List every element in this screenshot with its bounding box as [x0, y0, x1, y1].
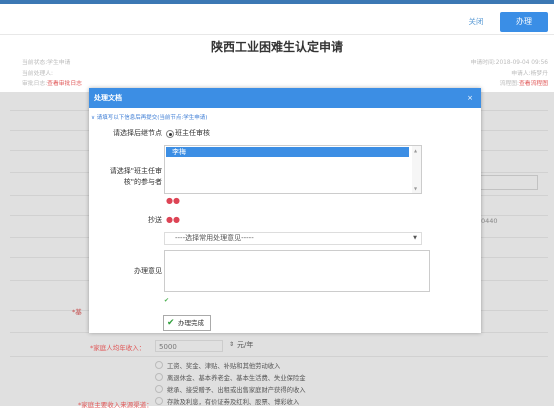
approval-log-meta: 审批日志:查看审批日志	[22, 81, 82, 87]
approval-log-link[interactable]: 查看审批日志	[47, 81, 82, 87]
page-title: 陕西工业困难生认定申请	[210, 40, 343, 54]
green-check-icon: ✔	[164, 297, 170, 304]
participant-label-line2: 核"的参与者	[123, 178, 162, 186]
apply-time-meta: 申请时间:2018-09-04 09:56	[470, 60, 548, 66]
green-check-icon: ✔	[167, 318, 175, 328]
income-sources-label: *家庭主要收入来源渠道：	[78, 401, 153, 409]
finish-button[interactable]: ✔ 办理完成	[163, 315, 211, 331]
close-button[interactable]: 关闭	[456, 13, 496, 31]
cc-person-group-icon[interactable]: ●●	[166, 215, 180, 224]
participant-listbox[interactable]: 李梅 ▲ ▼	[164, 145, 422, 194]
next-node-option[interactable]: 班主任审核	[175, 128, 210, 138]
income-unit: 元/年	[237, 341, 254, 349]
person-group-icon[interactable]: ●●	[166, 196, 180, 205]
scroll-down-icon[interactable]: ▼	[414, 186, 417, 191]
dialog-title: 处理文档	[94, 94, 122, 102]
opinion-textarea[interactable]	[164, 250, 430, 292]
chevron-down-icon: ▼	[413, 235, 417, 241]
dialog-tip: ∨ 请填写以下信息后再提交(当前节点:学生申请)	[91, 115, 208, 121]
handler-meta: 当前处理人:	[22, 71, 53, 77]
status-meta: 当前状态:学生申请	[22, 60, 71, 66]
listbox-scrollbar[interactable]: ▲ ▼	[412, 146, 421, 193]
scroll-up-icon[interactable]: ▲	[414, 148, 417, 153]
handle-button[interactable]: 办理	[500, 12, 548, 32]
process-document-dialog: 处理文档 × ∨ 请填写以下信息后再提交(当前节点:学生申请) 请选择后继节点 …	[89, 88, 481, 333]
participant-option-selected[interactable]: 李梅	[166, 147, 409, 157]
toolbar-divider	[0, 34, 554, 35]
next-node-radio[interactable]	[166, 130, 174, 138]
flowchart-meta: 流程图:查看流程图	[499, 81, 548, 87]
income-option[interactable]: 离退休金、基本养老金、基本生活费、失业保险金	[155, 373, 306, 382]
top-accent-bar	[0, 0, 554, 4]
participant-label-line1: 请选择"班主任审	[109, 167, 162, 175]
flowchart-link[interactable]: 查看流程图	[519, 81, 548, 87]
income-input[interactable]: 5000	[155, 340, 223, 352]
income-label: *家庭人均年收入：	[90, 344, 146, 352]
income-option[interactable]: 继承、接受赠予、出租或出售家庭财产获得的收入	[155, 385, 306, 394]
dialog-header: 处理文档 ×	[89, 88, 481, 108]
cc-label: 抄送	[148, 216, 162, 224]
income-option[interactable]: 存款及利息，有价证券及红利、股票、博彩收入	[155, 397, 299, 406]
common-opinion-select[interactable]: ----选择常用处理意见----- ▼	[164, 232, 422, 245]
income-stepper[interactable]: ⇕	[229, 341, 234, 348]
next-node-label: 请选择后继节点	[113, 129, 162, 137]
opinion-label: 办理意见	[134, 267, 162, 275]
applicant-meta: 申请人:杨梦丹	[511, 71, 548, 77]
income-option[interactable]: 工资、奖金、津贴、补贴和其他劳动收入	[155, 361, 280, 370]
dialog-close-icon[interactable]: ×	[467, 88, 473, 108]
